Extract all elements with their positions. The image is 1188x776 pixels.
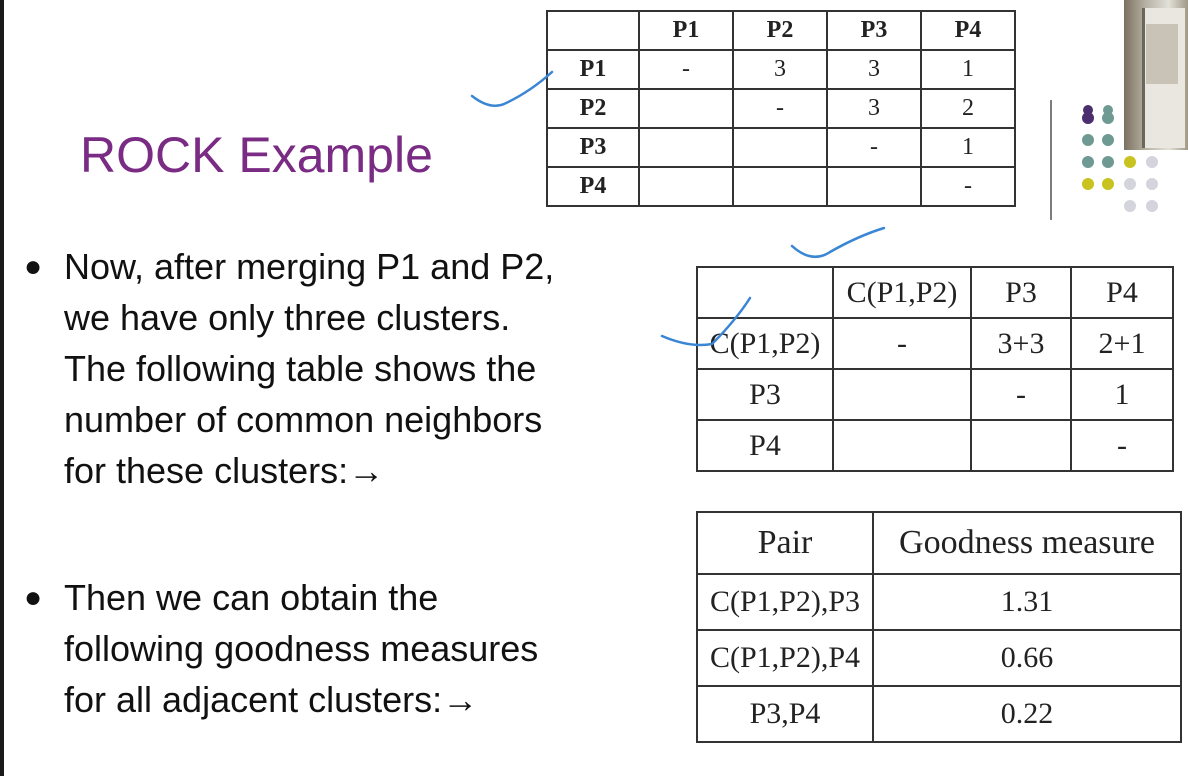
table-header-row: Pair Goodness measure: [696, 511, 1182, 575]
merged-clusters-table: C(P1,P2) P3 P4 C(P1,P2) - 3+3 2+1 P3 - 1…: [696, 266, 1174, 472]
table-header-row: C(P1,P2) P3 P4: [696, 266, 1174, 319]
table-cell: 2: [920, 88, 1016, 129]
table-row: P3 - 1: [696, 368, 1174, 421]
goodness-cell: 1.31: [872, 573, 1182, 631]
neighbors-table: P1 P2 P3 P4 P1 - 3 3 1 P2 - 3 2 P3 - 1 P…: [546, 10, 1016, 207]
table-cell: [638, 127, 734, 168]
bullet-line: for these clusters:→: [64, 450, 385, 491]
row-header: P1: [546, 49, 640, 90]
table-cell: -: [732, 88, 828, 129]
table-header-row: P1 P2 P3 P4: [546, 10, 1016, 51]
table-cell: [832, 368, 972, 421]
decorative-dot-grid: [1082, 105, 1158, 212]
table-row: P4 -: [546, 166, 1016, 207]
pair-cell: P3,P4: [696, 685, 874, 743]
table-cell: -: [826, 127, 922, 168]
table-cell: [970, 419, 1072, 472]
row-header: C(P1,P2): [696, 317, 834, 370]
bullet-dot: ●: [24, 250, 43, 283]
checkmark-annotation: [790, 226, 886, 259]
table-row: P1 - 3 3 1: [546, 49, 1016, 90]
table-cell: 3: [826, 49, 922, 90]
dot-row-5: [1082, 178, 1158, 190]
table-row: P4 -: [696, 419, 1174, 472]
column-header: P4: [920, 10, 1016, 51]
checkmark-annotation: [470, 70, 554, 107]
bullet-dot: ●: [24, 581, 43, 614]
corner-cell: [546, 10, 640, 51]
table-row: P3 - 1: [546, 127, 1016, 168]
row-header: P3: [546, 127, 640, 168]
table-cell: [732, 166, 828, 207]
row-header: P2: [546, 88, 640, 129]
table-cell: 2+1: [1070, 317, 1174, 370]
column-header: Goodness measure: [872, 511, 1182, 575]
table-cell: 1: [920, 49, 1016, 90]
bullet-line: following goodness measures: [64, 628, 539, 669]
table-cell: -: [920, 166, 1016, 207]
table-row: C(P1,P2),P4 0.66: [696, 629, 1182, 687]
table-cell: [832, 419, 972, 472]
table-cell: [638, 166, 734, 207]
bullet-line: for all adjacent clusters:→: [64, 679, 479, 720]
column-header: P1: [638, 10, 734, 51]
table-cell: -: [832, 317, 972, 370]
table-cell: [638, 88, 734, 129]
dot-row-6: [1124, 200, 1158, 212]
dot-row-3: [1082, 134, 1114, 146]
table-cell: -: [638, 49, 734, 90]
table-cell: 3: [826, 88, 922, 129]
bullet-line: we have only three clusters.: [64, 297, 511, 338]
dot-row-2: [1082, 112, 1114, 124]
bullet-goodness-explanation: ● Then we can obtain the following goodn…: [24, 572, 538, 725]
dot-row-4: [1082, 156, 1158, 168]
goodness-cell: 0.66: [872, 629, 1182, 687]
bullet-merging-explanation: ● Now, after merging P1 and P2, we have …: [24, 241, 554, 496]
table-cell: [826, 166, 922, 207]
table-row: C(P1,P2) - 3+3 2+1: [696, 317, 1174, 370]
left-edge-bar: [0, 0, 4, 776]
pair-cell: C(P1,P2),P4: [696, 629, 874, 687]
column-header: Pair: [696, 511, 874, 575]
table-cell: -: [970, 368, 1072, 421]
table-cell: -: [1070, 419, 1174, 472]
pair-cell: C(P1,P2),P3: [696, 573, 874, 631]
goodness-measure-table: Pair Goodness measure C(P1,P2),P3 1.31 C…: [696, 511, 1182, 743]
column-header: P4: [1070, 266, 1174, 319]
window-pane: [1146, 24, 1178, 84]
column-header: P2: [732, 10, 828, 51]
table-row: P2 - 3 2: [546, 88, 1016, 129]
table-cell: 1: [1070, 368, 1174, 421]
row-header: P4: [546, 166, 640, 207]
goodness-cell: 0.22: [872, 685, 1182, 743]
column-header: P3: [826, 10, 922, 51]
table-cell: 1: [920, 127, 1016, 168]
row-header: P3: [696, 368, 834, 421]
table-cell: 3: [732, 49, 828, 90]
bullet-line: number of common neighbors: [64, 399, 543, 440]
table-row: C(P1,P2),P3 1.31: [696, 573, 1182, 631]
table-cell: [732, 127, 828, 168]
bullet-line: The following table shows the: [64, 348, 537, 389]
row-header: P4: [696, 419, 834, 472]
bullet-line: Then we can obtain the: [64, 577, 439, 618]
column-header: P3: [970, 266, 1072, 319]
table-cell: 3+3: [970, 317, 1072, 370]
corner-cell: [696, 266, 834, 319]
decorative-divider: [1050, 100, 1052, 220]
slide-title: ROCK Example: [80, 127, 433, 183]
bullet-line: Now, after merging P1 and P2,: [64, 246, 555, 287]
column-header: C(P1,P2): [832, 266, 972, 319]
table-row: P3,P4 0.22: [696, 685, 1182, 743]
